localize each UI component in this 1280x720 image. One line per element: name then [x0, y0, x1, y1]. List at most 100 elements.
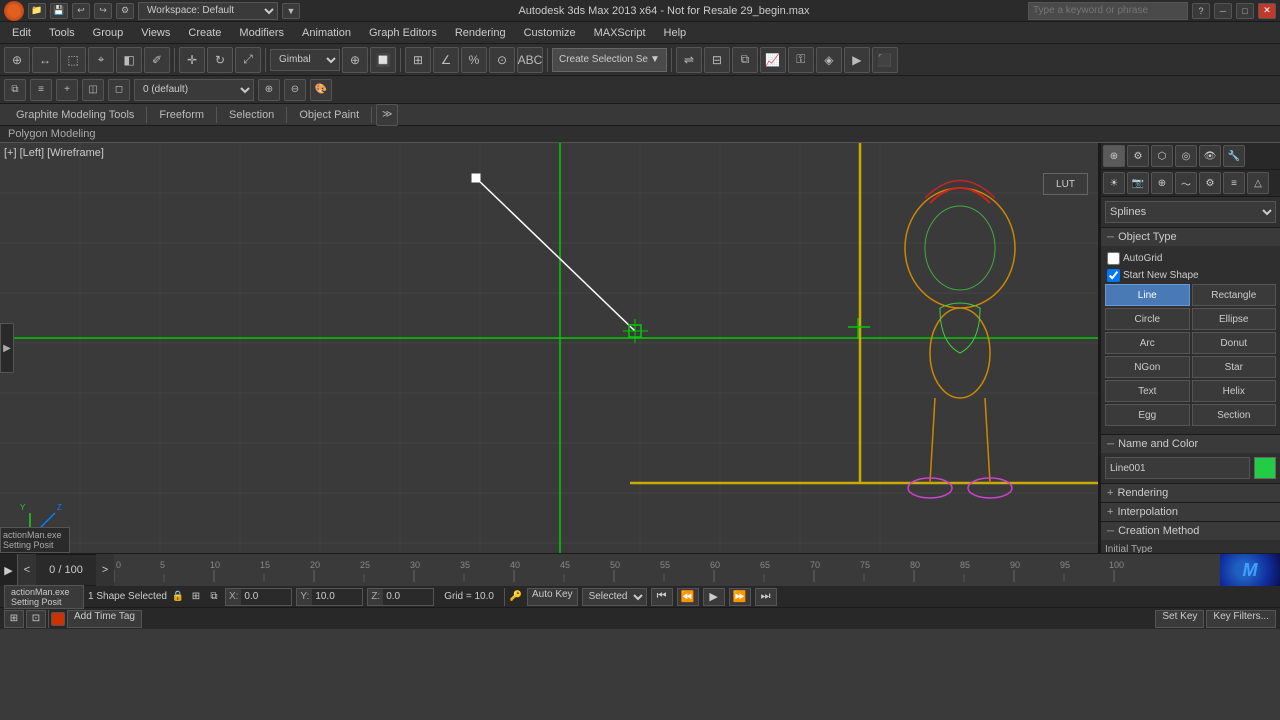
quick-render-btn[interactable]: ⬛ [872, 47, 898, 73]
close-icon[interactable]: ✕ [1258, 3, 1276, 19]
undo-icon[interactable]: ↩ [72, 3, 90, 19]
angle-snap-btn[interactable]: ∠ [433, 47, 459, 73]
creation-method-header[interactable]: ─ Creation Method [1101, 522, 1280, 540]
viewport[interactable]: [+] [Left] [Wireframe] LUT [0, 143, 1100, 553]
modify-panel-icon[interactable]: ⚙ [1127, 145, 1149, 167]
more-icon[interactable]: ≡ [1223, 172, 1245, 194]
redo-icon[interactable]: ↪ [94, 3, 112, 19]
splines-dropdown[interactable]: Splines [1105, 201, 1276, 223]
layer-btn[interactable]: ⧉ [732, 47, 758, 73]
y-input[interactable] [312, 589, 362, 605]
snap-toggle-btn[interactable]: 🔲 [370, 47, 396, 73]
workspace-selector[interactable]: Workspace: Default [138, 2, 278, 20]
paint-select-btn[interactable]: ✐ [144, 47, 170, 73]
next-frame-btn[interactable]: ⏩ [729, 588, 751, 606]
menu-help[interactable]: Help [656, 25, 695, 41]
donut-btn[interactable]: Donut [1192, 332, 1277, 354]
percent-snap-btn[interactable]: % [461, 47, 487, 73]
z-input[interactable] [383, 589, 433, 605]
timeline-next-btn[interactable]: > [96, 554, 114, 586]
menu-graph-editors[interactable]: Graph Editors [361, 25, 445, 41]
menu-customize[interactable]: Customize [516, 25, 584, 41]
circle-btn[interactable]: Circle [1105, 308, 1190, 330]
save-icon[interactable]: 💾 [50, 3, 68, 19]
viewport-config-btn[interactable]: ⊡ [26, 610, 46, 628]
color-swatch[interactable] [1254, 457, 1276, 479]
layer-hide-btn[interactable]: ◻ [108, 79, 130, 101]
tab-selection[interactable]: Selection [217, 107, 287, 123]
start-new-shape-checkbox[interactable] [1107, 269, 1120, 282]
egg-btn[interactable]: Egg [1105, 404, 1190, 426]
helper-icon[interactable]: ⊕ [1151, 172, 1173, 194]
ngon-btn[interactable]: NGon [1105, 356, 1190, 378]
menu-modifiers[interactable]: Modifiers [231, 25, 292, 41]
mirror-btn[interactable]: ⇌ [676, 47, 702, 73]
geometry-icon[interactable]: △ [1247, 172, 1269, 194]
ellipse-btn[interactable]: Ellipse [1192, 308, 1277, 330]
helix-btn[interactable]: Helix [1192, 380, 1277, 402]
abc-btn[interactable]: ABC [517, 47, 543, 73]
layer-create-btn[interactable]: + [56, 79, 78, 101]
schematic-btn[interactable]: ⚿ [788, 47, 814, 73]
spinner-snap-btn[interactable]: ⊙ [489, 47, 515, 73]
camera-icon[interactable]: 📷 [1127, 172, 1149, 194]
curve-editor-btn[interactable]: 📈 [760, 47, 786, 73]
create-selection-set-btn[interactable]: Create Selection Se ▼ [552, 48, 667, 72]
menu-animation[interactable]: Animation [294, 25, 359, 41]
material-btn[interactable]: ◈ [816, 47, 842, 73]
layer-icon[interactable]: ⧉ [4, 79, 26, 101]
menu-rendering[interactable]: Rendering [447, 25, 514, 41]
selected-dropdown[interactable]: Selected [582, 588, 647, 606]
name-color-header[interactable]: ─ Name and Color [1101, 435, 1280, 453]
play-btn[interactable]: ▶ [703, 588, 725, 606]
key-frame-btn[interactable] [51, 612, 65, 626]
space-warp-icon[interactable]: 〜 [1175, 172, 1197, 194]
maximize-icon[interactable]: □ [1236, 3, 1254, 19]
expand-icon[interactable]: ≫ [376, 104, 398, 126]
minimize-icon[interactable]: ─ [1214, 3, 1232, 19]
text-btn[interactable]: Text [1105, 380, 1190, 402]
create-panel-icon[interactable]: ⊕ [1103, 145, 1125, 167]
align-btn[interactable]: ⊟ [704, 47, 730, 73]
select-tool-btn[interactable]: ⊕ [4, 47, 30, 73]
render-btn[interactable]: ▶ [844, 47, 870, 73]
go-start-btn[interactable]: ⏮ [651, 588, 673, 606]
set-key-btn[interactable]: Set Key [1155, 610, 1204, 628]
window-crossing-btn[interactable]: ◧ [116, 47, 142, 73]
display-panel-icon[interactable]: 👁 [1199, 145, 1221, 167]
layer-add-icon[interactable]: ⊕ [258, 79, 280, 101]
layer-color-icon[interactable]: 🎨 [310, 79, 332, 101]
region-select-btn[interactable]: ⬚ [60, 47, 86, 73]
key-filters-btn[interactable]: Key Filters... [1206, 610, 1276, 628]
help-icon[interactable]: ? [1192, 3, 1210, 19]
pivot-btn[interactable]: ⊕ [342, 47, 368, 73]
layer-remove-icon[interactable]: ⊖ [284, 79, 306, 101]
menu-maxscript[interactable]: MAXScript [586, 25, 654, 41]
auto-key-btn[interactable]: Auto Key [527, 588, 578, 606]
go-end-btn[interactable]: ⏭ [755, 588, 777, 606]
x-input[interactable] [241, 589, 291, 605]
open-file-icon[interactable]: 📁 [28, 3, 46, 19]
layer-dropdown[interactable]: 0 (default) [134, 79, 254, 101]
scale-btn[interactable]: ⤢ [235, 47, 261, 73]
rectangle-btn[interactable]: Rectangle [1192, 284, 1277, 306]
hierarchy-panel-icon[interactable]: ⬡ [1151, 145, 1173, 167]
select-move-btn[interactable]: ✛ [179, 47, 205, 73]
lasso-select-btn[interactable]: ⌖ [88, 47, 114, 73]
prev-frame-btn[interactable]: ⏪ [677, 588, 699, 606]
interpolation-section-row[interactable]: + Interpolation [1101, 503, 1280, 522]
viewport-layout-btn[interactable]: ⊞ [4, 610, 24, 628]
menu-edit[interactable]: Edit [4, 25, 39, 41]
move-tool-btn[interactable]: ↔ [32, 47, 58, 73]
layer-manager-btn[interactable]: ≡ [30, 79, 52, 101]
star-btn[interactable]: Star [1192, 356, 1277, 378]
light-icon[interactable]: ☀ [1103, 172, 1125, 194]
menu-views[interactable]: Views [133, 25, 178, 41]
object-name-input[interactable] [1105, 457, 1250, 479]
rotate-btn[interactable]: ↻ [207, 47, 233, 73]
menu-tools[interactable]: Tools [41, 25, 83, 41]
timeline-toggle-btn[interactable]: ▶ [0, 554, 18, 586]
system-icon[interactable]: ⚙ [1199, 172, 1221, 194]
object-type-header[interactable]: ─ Object Type [1101, 228, 1280, 246]
tab-freeform[interactable]: Freeform [147, 107, 217, 123]
